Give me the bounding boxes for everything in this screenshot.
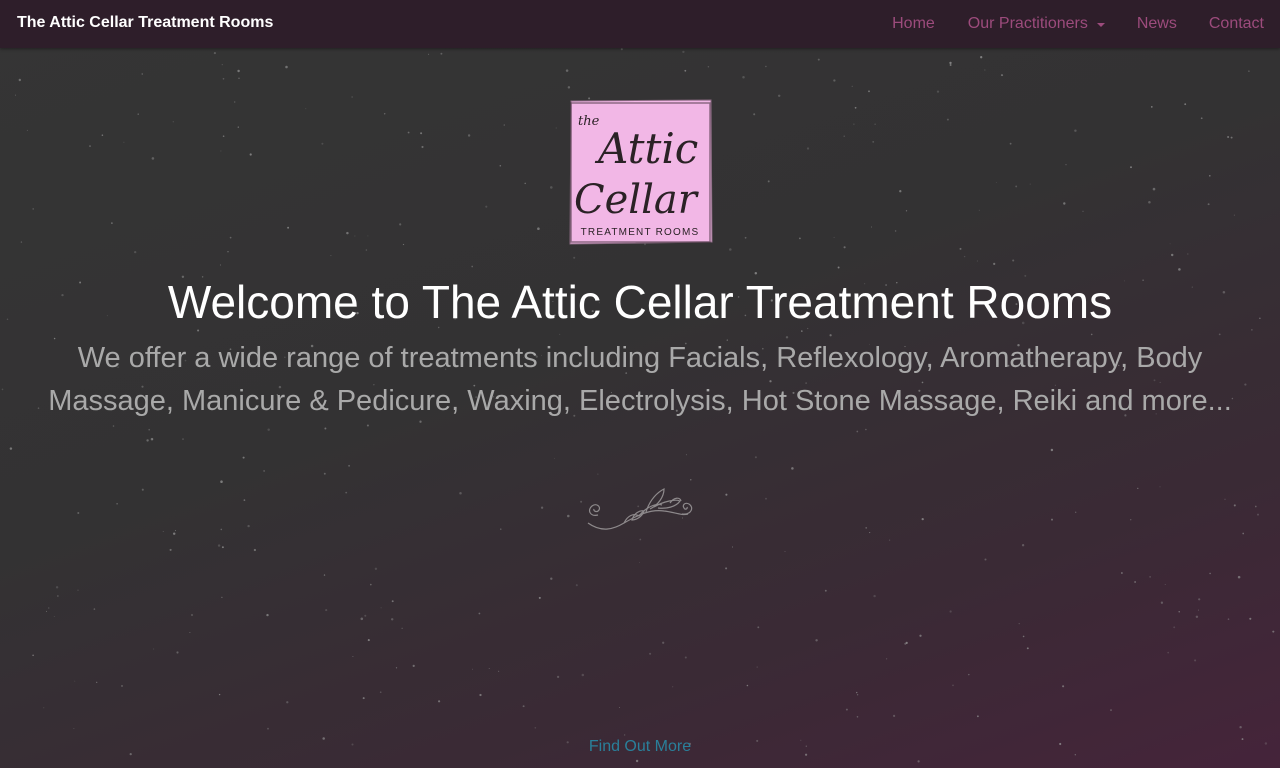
site-brand[interactable]: The Attic Cellar Treatment Rooms [17,14,273,32]
top-navbar: The Attic Cellar Treatment Rooms Home Ou… [0,0,1280,48]
logo-attic-text: Attic [594,124,698,173]
nav-practitioners-label: Our Practitioners [967,15,1088,32]
logo-treatment-rooms-text: TREATMENT ROOMS [581,227,700,238]
nav-news-link[interactable]: News [1137,15,1177,33]
page-title: Welcome to The Attic Cellar Treatment Ro… [167,276,1113,328]
nav-practitioners-dropdown[interactable]: Our Practitioners [968,15,1105,33]
attic-cellar-logo: the Attic Cellar TREATMENT ROOMS [569,99,713,245]
logo-cellar-text: Cellar [574,177,700,223]
nav-contact-link[interactable]: Contact [1209,15,1264,33]
find-out-more-link[interactable]: Find Out More [0,738,1280,756]
chevron-down-icon [1096,23,1105,27]
logo-the-text: the [578,114,600,129]
nav-menu: Home Our Practitioners News Contact [892,0,1280,48]
floral-swirl-divider-icon [587,488,693,530]
nav-home-link[interactable]: Home [892,15,935,33]
intro-text: We offer a wide range of treatments incl… [48,342,1232,417]
